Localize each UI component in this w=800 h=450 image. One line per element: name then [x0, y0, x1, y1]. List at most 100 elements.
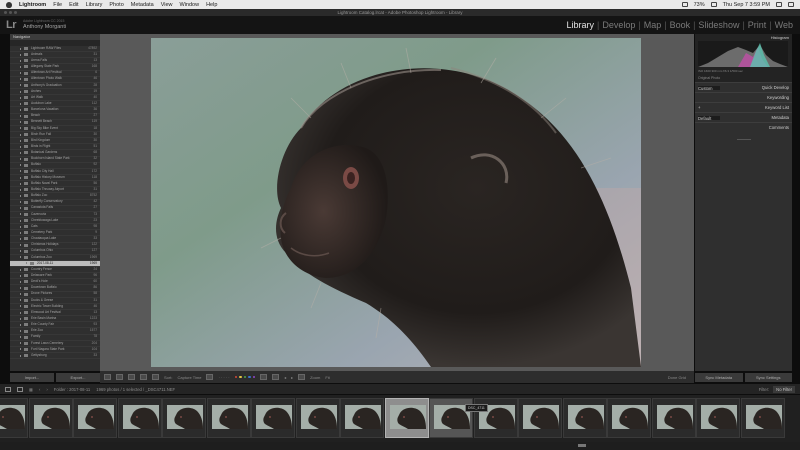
saved-preset-select[interactable]: Custom — [698, 85, 720, 91]
back-icon[interactable]: ‹ — [39, 387, 40, 392]
menu-file[interactable]: File — [53, 2, 62, 8]
disclosure-triangle-icon[interactable] — [20, 207, 22, 210]
filmstrip-thumbnail[interactable] — [0, 398, 28, 438]
disclosure-triangle-icon[interactable] — [20, 176, 22, 179]
disclosure-triangle-icon[interactable] — [20, 317, 22, 320]
secondary-display-icon[interactable] — [5, 386, 11, 392]
module-develop[interactable]: Develop — [599, 20, 638, 30]
metadata-preset-select[interactable]: Default — [698, 115, 720, 121]
quick-develop-header[interactable]: Custom Quick Develop — [695, 82, 792, 92]
disclosure-triangle-icon[interactable] — [20, 231, 22, 234]
notification-center-icon[interactable] — [788, 2, 794, 7]
disclosure-triangle-icon[interactable] — [20, 182, 22, 185]
disclosure-triangle-icon[interactable] — [20, 311, 22, 314]
disclosure-triangle-icon[interactable] — [20, 59, 22, 62]
disclosure-triangle-icon[interactable] — [20, 164, 22, 167]
disclosure-triangle-icon[interactable] — [20, 268, 22, 271]
people-view-button[interactable] — [152, 374, 159, 380]
disclosure-triangle-icon[interactable] — [20, 151, 22, 154]
keywording-header[interactable]: Keywording — [695, 92, 792, 102]
module-print[interactable]: Print — [745, 20, 770, 30]
grid-view-button[interactable] — [104, 374, 111, 380]
next-photo-icon[interactable]: ▸ — [291, 375, 293, 380]
menu-lightroom[interactable]: Lightroom — [19, 2, 46, 8]
filmstrip-thumbnail[interactable] — [740, 398, 785, 438]
export-button[interactable]: Export... — [56, 373, 100, 382]
import-button[interactable]: Import... — [10, 373, 54, 382]
module-book[interactable]: Book — [667, 20, 694, 30]
module-web[interactable]: Web — [772, 20, 796, 30]
rotate-right-icon[interactable] — [272, 374, 280, 380]
disclosure-triangle-icon[interactable] — [20, 330, 22, 333]
disclosure-triangle-icon[interactable] — [20, 342, 22, 345]
sync-metadata-button[interactable]: Sync Metadata — [695, 373, 743, 382]
disclosure-triangle-icon[interactable] — [20, 237, 22, 240]
color-label-dot[interactable] — [248, 375, 251, 379]
main-display-icon[interactable] — [17, 386, 23, 392]
star-rating[interactable]: · · · · · — [218, 375, 229, 380]
disclosure-triangle-icon[interactable] — [20, 323, 22, 326]
menu-library[interactable]: Library — [86, 2, 103, 8]
filmstrip-thumbnail[interactable] — [696, 398, 740, 438]
spotlight-icon[interactable] — [776, 2, 782, 7]
filmstrip-thumbnail[interactable] — [651, 398, 696, 438]
filmstrip-thumbnail[interactable] — [340, 398, 384, 438]
impromptu-slideshow-icon[interactable] — [298, 374, 306, 380]
disclosure-triangle-icon[interactable] — [20, 225, 22, 228]
main-photo[interactable] — [151, 38, 641, 367]
rotate-left-icon[interactable] — [260, 374, 268, 380]
disclosure-triangle-icon[interactable] — [20, 299, 22, 302]
zoom-level[interactable]: Fit — [325, 375, 329, 380]
minimize-icon[interactable] — [9, 11, 12, 14]
disclosure-triangle-icon[interactable] — [20, 170, 22, 173]
color-label-dot[interactable] — [243, 375, 247, 379]
disclosure-triangle-icon[interactable] — [20, 256, 22, 259]
disclosure-triangle-icon[interactable] — [20, 102, 22, 105]
filmstrip-thumbnail[interactable] — [28, 398, 73, 438]
filmstrip-thumbnail[interactable] — [295, 398, 340, 438]
module-library[interactable]: Library — [563, 20, 597, 30]
filmstrip-thumbnail[interactable] — [251, 398, 295, 438]
disclosure-triangle-icon[interactable] — [20, 348, 22, 351]
color-label-picker[interactable] — [234, 375, 256, 379]
filmstrip-thumbnail[interactable] — [384, 398, 429, 438]
disclosure-triangle-icon[interactable] — [20, 115, 22, 118]
apple-icon[interactable] — [6, 1, 12, 8]
disclosure-triangle-icon[interactable] — [20, 287, 22, 290]
filmstrip-thumbnail[interactable] — [206, 398, 251, 438]
survey-view-button[interactable] — [140, 374, 147, 380]
disclosure-triangle-icon[interactable] — [20, 133, 22, 136]
filmstrip-thumbnail[interactable] — [607, 398, 651, 438]
color-label-dot[interactable] — [234, 375, 238, 379]
previous-photo-icon[interactable]: ◂ — [284, 375, 286, 380]
comments-header[interactable]: Comments — [695, 122, 792, 132]
disclosure-triangle-icon[interactable] — [20, 194, 22, 197]
disclosure-triangle-icon[interactable] — [20, 121, 22, 124]
sync-settings-button[interactable]: Sync Settings — [744, 373, 792, 382]
menu-help[interactable]: Help — [206, 2, 217, 8]
menu-metadata[interactable]: Metadata — [131, 2, 154, 8]
disclosure-triangle-icon[interactable] — [20, 53, 22, 56]
compare-view-button[interactable] — [128, 374, 135, 380]
filmstrip-thumbnail[interactable] — [518, 398, 562, 438]
disclosure-triangle-icon[interactable] — [20, 108, 22, 111]
color-label-dot[interactable] — [252, 375, 256, 379]
disclosure-triangle-icon[interactable] — [20, 145, 22, 148]
wifi-icon[interactable] — [681, 2, 688, 7]
disclosure-triangle-icon[interactable] — [20, 90, 22, 93]
disclosure-triangle-icon[interactable] — [20, 354, 22, 357]
menu-view[interactable]: View — [161, 2, 173, 8]
close-icon[interactable] — [4, 11, 7, 14]
disclosure-triangle-icon[interactable] — [20, 78, 22, 81]
filmstrip-thumbnail[interactable] — [162, 398, 206, 438]
keyword-list-header[interactable]: + Keyword List — [695, 102, 792, 112]
menu-window[interactable]: Window — [180, 2, 200, 8]
filmstrip-scrollbar[interactable] — [0, 442, 800, 450]
painter-icon[interactable] — [206, 374, 214, 380]
loupe-view-button[interactable] — [116, 374, 123, 380]
menu-edit[interactable]: Edit — [69, 2, 78, 8]
disclosure-triangle-icon[interactable] — [20, 293, 22, 296]
sort-order-select[interactable]: Capture Time — [177, 375, 201, 380]
folder-item[interactable]: Gettysburg 33 — [10, 353, 100, 360]
module-slideshow[interactable]: Slideshow — [695, 20, 742, 30]
